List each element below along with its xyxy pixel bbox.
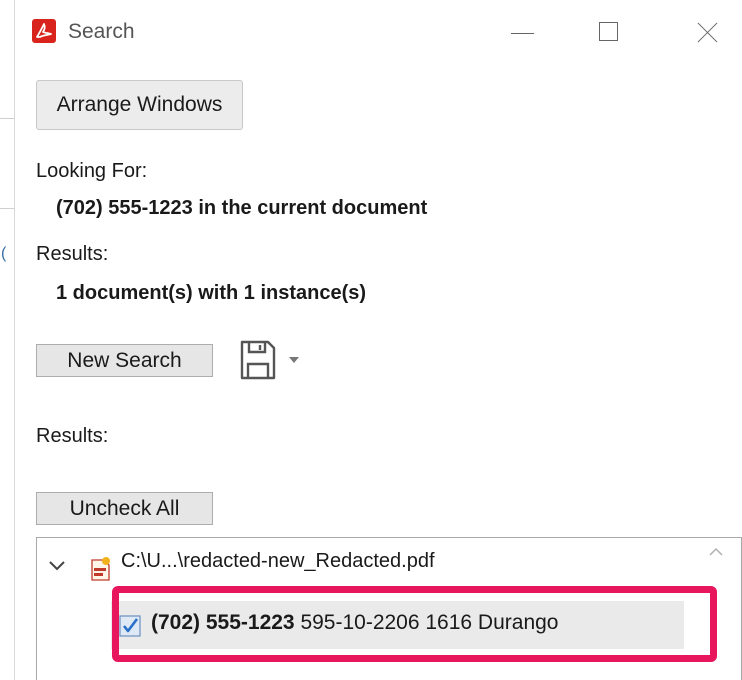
result-instance-row[interactable]: (702) 555-1223 595-10-2206 1616 Durango [111, 601, 684, 649]
arrange-windows-button[interactable]: Arrange Windows [36, 80, 243, 130]
background-text-fragment: ( [1, 245, 7, 262]
maximize-icon[interactable] [586, 12, 632, 52]
results-tree[interactable]: C:\U...\redacted-new_Redacted.pdf (702) … [36, 537, 742, 680]
title-bar: Search [15, 0, 742, 60]
looking-for-value: (702) 555-1223 in the current document [56, 197, 428, 219]
pdf-redacted-icon [91, 557, 110, 581]
acrobat-icon [32, 19, 56, 43]
result-instance-text: (702) 555-1223 595-10-2206 1616 Durango [151, 611, 558, 635]
uncheck-all-button[interactable]: Uncheck All [36, 492, 213, 525]
divider [0, 118, 14, 119]
divider [0, 208, 14, 209]
minimize-icon[interactable] [500, 12, 546, 52]
checkbox-checked-icon[interactable] [119, 615, 141, 637]
results-summary-label: Results: [36, 243, 109, 265]
window-title: Search [68, 20, 135, 43]
results-list-label: Results: [36, 425, 109, 447]
new-search-button[interactable]: New Search [36, 344, 213, 377]
result-match-text: (702) 555-1223 [151, 611, 295, 634]
result-context-text: 595-10-2206 1616 Durango [294, 611, 559, 634]
save-dropdown-chevron-icon[interactable] [289, 357, 299, 363]
looking-for-label: Looking For: [36, 160, 148, 182]
search-window: Search Arrange Windows Looking For: (702… [15, 0, 742, 680]
scroll-up-icon[interactable] [707, 544, 725, 560]
result-file-name[interactable]: C:\U...\redacted-new_Redacted.pdf [121, 550, 435, 573]
save-icon[interactable] [238, 338, 278, 382]
background-window-edge: ( [0, 0, 15, 680]
chevron-down-icon[interactable] [48, 559, 66, 573]
close-icon[interactable] [684, 12, 730, 52]
results-summary-value: 1 document(s) with 1 instance(s) [56, 282, 367, 304]
